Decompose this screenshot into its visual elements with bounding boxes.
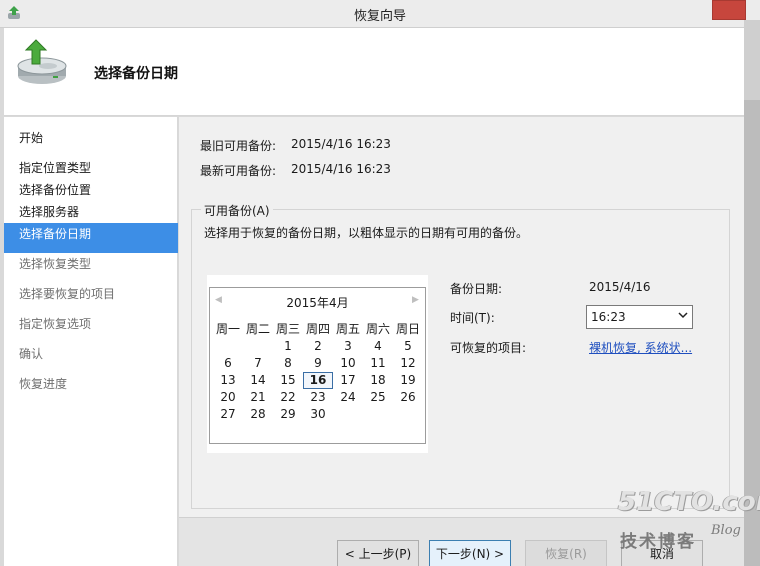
page-title: 选择备份日期 — [94, 66, 178, 82]
calendar-day[interactable]: 9 — [303, 355, 333, 372]
chevron-down-icon — [678, 312, 688, 319]
calendar-day[interactable]: 17 — [333, 372, 363, 389]
weekday-header: 周三 — [275, 322, 300, 336]
calendar-day[interactable]: 6 — [213, 355, 243, 372]
calendar-day[interactable]: 30 — [303, 406, 333, 423]
calendar-day[interactable]: 15 — [273, 372, 303, 389]
watermark-blog: Blog — [711, 523, 741, 538]
close-button[interactable] — [712, 0, 746, 20]
step-select-backup-date: 选择备份日期 — [4, 223, 178, 253]
calendar-day[interactable]: 25 — [363, 389, 393, 406]
calendar-day[interactable]: 7 — [243, 355, 273, 372]
step-location-type: 指定位置类型 — [19, 161, 92, 175]
calendar-day[interactable]: 11 — [363, 355, 393, 372]
window-title: 恢复向导 — [353, 9, 406, 24]
next-month-icon[interactable]: ▶ — [412, 295, 420, 305]
calendar-day-selected[interactable]: 16 — [303, 372, 333, 389]
next-button[interactable]: 下一步(N) > — [429, 540, 511, 566]
calendar-day[interactable]: 13 — [213, 372, 243, 389]
restore-button[interactable]: 恢复(R) — [525, 540, 607, 566]
step-select-server: 选择服务器 — [19, 205, 80, 219]
wizard-content: 最旧可用备份: 2015/4/16 16:23 最新可用备份: 2015/4/1… — [179, 117, 744, 517]
wizard-steps-sidebar: 开始 指定位置类型 选择备份位置 选择服务器 选择备份日期 选择恢复类型 选择要… — [4, 117, 178, 566]
calendar-day[interactable]: 2 — [303, 338, 333, 355]
time-label: 时间(T): — [450, 311, 495, 325]
weekday-header: 周日 — [395, 322, 420, 336]
calendar-day[interactable]: 22 — [273, 389, 303, 406]
calendar-day[interactable]: 21 — [243, 389, 273, 406]
back-button[interactable]: < 上一步(P) — [337, 540, 419, 566]
calendar-day[interactable]: 3 — [333, 338, 363, 355]
oldest-backup-label: 最旧可用备份: — [200, 139, 277, 153]
available-backups-group: 可用备份(A) 选择用于恢复的备份日期，以粗体显示的日期有可用的备份。 ◀ 20… — [191, 202, 730, 509]
calendar-day[interactable]: 20 — [213, 389, 243, 406]
backup-date-value: 2015/4/16 — [589, 280, 651, 294]
calendar-day[interactable]: 8 — [273, 355, 303, 372]
calendar-day[interactable]: 19 — [393, 372, 423, 389]
newest-backup-label: 最新可用备份: — [200, 164, 277, 178]
calendar-container: ◀ 2015年4月 ▶ 周一 周二 周三 周四 周五 周六 周日 1 2 3 4… — [207, 275, 428, 453]
calendar-day[interactable]: 10 — [333, 355, 363, 372]
newest-backup-value: 2015/4/16 16:23 — [291, 162, 391, 176]
weekday-header: 周六 — [365, 322, 390, 336]
site-watermark: 51CTO.com 技术博客 Blog — [612, 487, 760, 557]
step-start: 开始 — [19, 131, 44, 145]
calendar-day[interactable]: 12 — [393, 355, 423, 372]
step-recovery-options: 指定恢复选项 — [19, 317, 92, 331]
step-backup-location: 选择备份位置 — [19, 183, 92, 197]
backup-date-label: 备份日期: — [450, 282, 503, 296]
calendar-day[interactable]: 27 — [213, 406, 243, 423]
weekday-header: 周四 — [305, 322, 330, 336]
calendar-day[interactable]: 14 — [243, 372, 273, 389]
time-dropdown-value: 16:23 — [591, 310, 626, 324]
recoverable-items-label: 可恢复的项目: — [450, 341, 527, 355]
watermark-text: 技术博客 — [620, 532, 696, 552]
step-select-items: 选择要恢复的项目 — [19, 287, 116, 301]
weekday-header: 周五 — [335, 322, 360, 336]
calendar-day[interactable]: 5 — [393, 338, 423, 355]
recoverable-items-link[interactable]: 裸机恢复, 系统状... — [589, 339, 692, 356]
backup-drive-icon — [17, 39, 67, 84]
calendar-day[interactable]: 28 — [243, 406, 273, 423]
wizard-header: 选择备份日期 — [4, 28, 744, 116]
group-description: 选择用于恢复的备份日期，以粗体显示的日期有可用的备份。 — [204, 226, 529, 240]
calendar-day[interactable]: 1 — [273, 338, 303, 355]
step-recovery-progress: 恢复进度 — [19, 377, 68, 391]
calendar-day[interactable]: 23 — [303, 389, 333, 406]
weekday-header: 周二 — [245, 322, 270, 336]
time-dropdown[interactable]: 16:23 — [586, 305, 693, 329]
step-confirm: 确认 — [19, 347, 44, 361]
calendar-day[interactable]: 4 — [363, 338, 393, 355]
watermark-site: 51CTO.com — [618, 487, 760, 517]
step-recovery-type: 选择恢复类型 — [19, 257, 92, 271]
calendar-day[interactable]: 24 — [333, 389, 363, 406]
oldest-backup-value: 2015/4/16 16:23 — [291, 137, 391, 151]
weekday-header: 周一 — [215, 322, 240, 336]
calendar-month-label: 2015年4月 — [286, 296, 349, 310]
backup-date-calendar[interactable]: ◀ 2015年4月 ▶ 周一 周二 周三 周四 周五 周六 周日 1 2 3 4… — [209, 287, 426, 444]
calendar-day[interactable]: 18 — [363, 372, 393, 389]
title-bar: 恢复向导 — [0, 0, 760, 28]
calendar-day[interactable]: 29 — [273, 406, 303, 423]
background-window-edge — [744, 20, 760, 566]
group-legend: 可用备份(A) — [201, 202, 273, 219]
calendar-day[interactable]: 26 — [393, 389, 423, 406]
